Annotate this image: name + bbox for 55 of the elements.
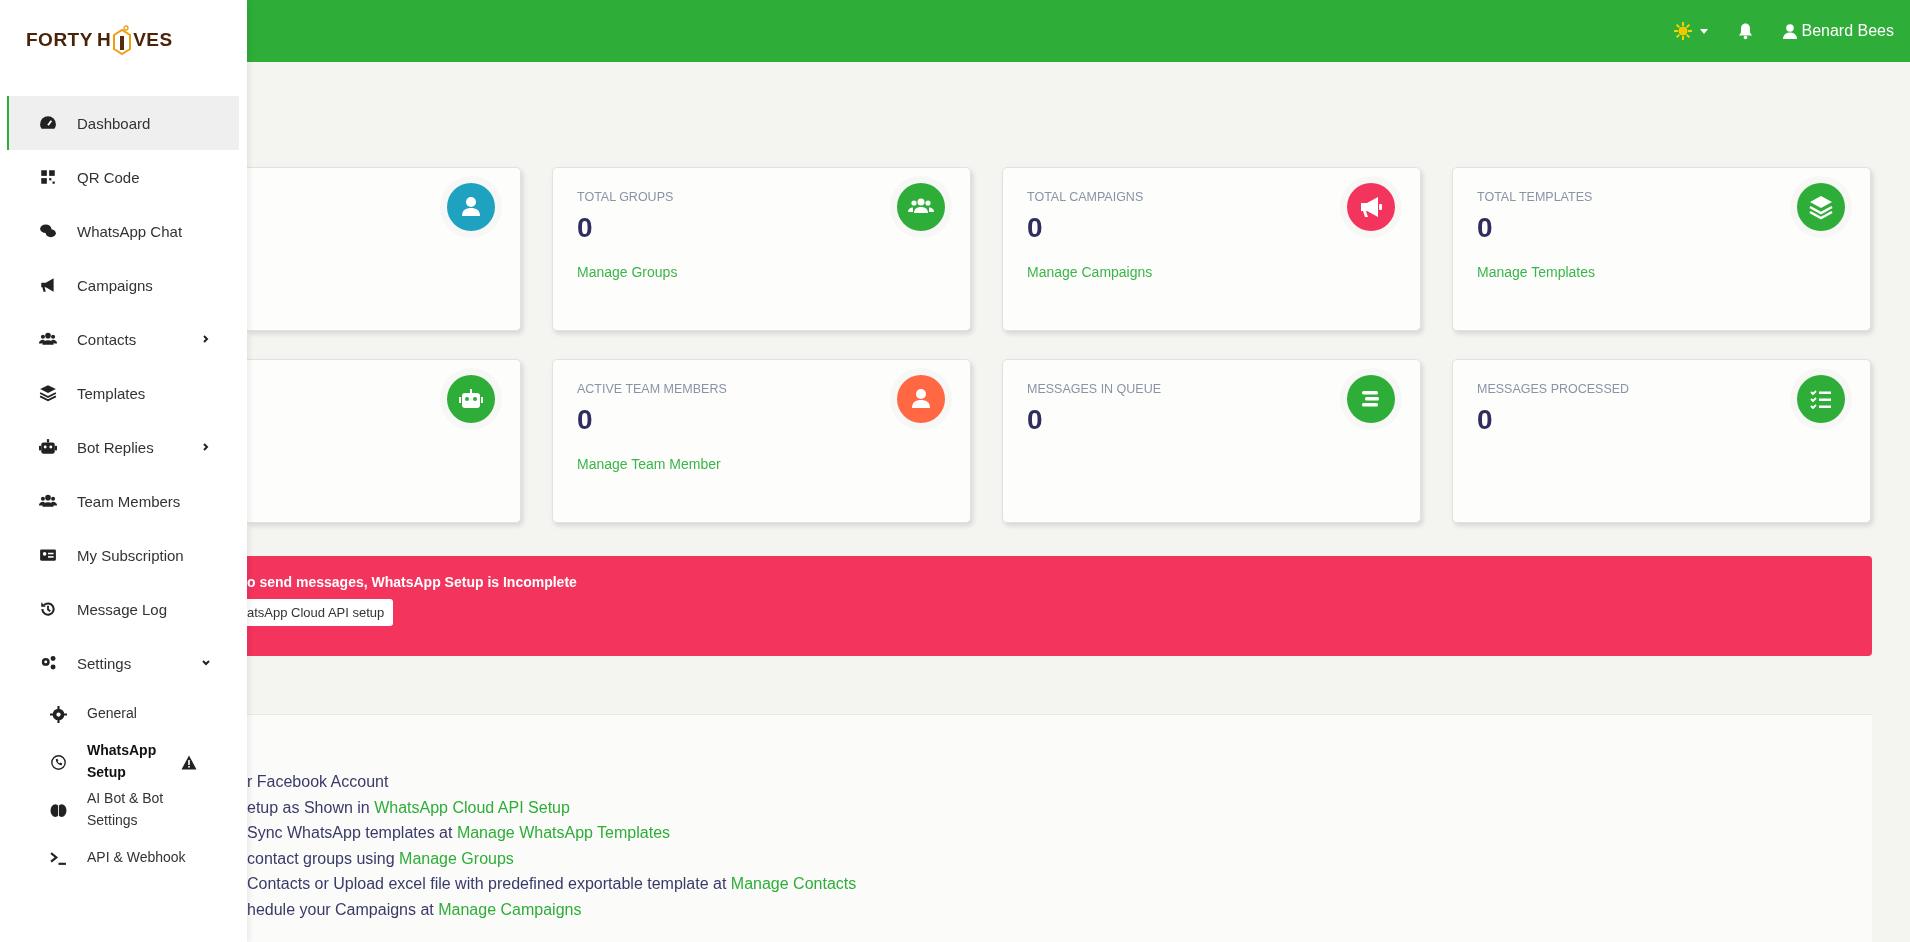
stat-label: MESSAGES IN QUEUE bbox=[1027, 382, 1162, 396]
sidebar-item[interactable]: Team Members bbox=[7, 474, 239, 528]
sidebar-item[interactable]: My Subscription bbox=[7, 528, 239, 582]
instruction-line: Contacts or Upload excel file with predefined exportable template at Manage Contacts bbox=[247, 874, 858, 894]
logo-text: H bbox=[96, 29, 112, 51]
stat-value: 0 bbox=[1477, 404, 1494, 436]
sidebar-item[interactable]: Dashboard bbox=[7, 96, 239, 150]
sidebar-item[interactable]: WhatsApp Chat bbox=[7, 204, 239, 258]
chat-icon bbox=[39, 222, 57, 240]
sidebar-item[interactable]: QR Code bbox=[7, 150, 239, 204]
layers-icon bbox=[39, 384, 57, 402]
sidebar-subitem[interactable]: WhatsApp Setup bbox=[0, 738, 247, 786]
stat-value: 0 bbox=[1027, 212, 1044, 244]
bell-icon[interactable] bbox=[1738, 22, 1754, 40]
sidebar-item[interactable]: Message Log bbox=[7, 582, 239, 636]
users-icon bbox=[39, 330, 57, 348]
stat-value: 0 bbox=[577, 404, 594, 436]
brain-icon bbox=[50, 801, 67, 819]
stat-label: MESSAGES PROCESSED bbox=[1477, 382, 1630, 396]
logo-text: VES bbox=[133, 29, 173, 51]
sidebar-item[interactable]: Campaigns bbox=[7, 258, 239, 312]
instruction-line: Sync WhatsApp templates at Manage WhatsApp Templates bbox=[247, 823, 672, 843]
instruction-line: r Facebook Account bbox=[247, 772, 390, 792]
dashboard-icon bbox=[39, 114, 57, 132]
stat-label: TOTAL TEMPLATES bbox=[1477, 190, 1594, 204]
instruction-line: contact groups using Manage Groups bbox=[247, 848, 515, 869]
stat-value: 0 bbox=[577, 212, 594, 244]
alert-message: o send messages, WhatsApp Setup is Incomplete bbox=[247, 574, 577, 590]
history-icon bbox=[39, 600, 57, 618]
logo-icon bbox=[112, 25, 133, 55]
robot-icon bbox=[39, 438, 57, 456]
caret-icon bbox=[1700, 28, 1709, 34]
logo-text: FORTY bbox=[26, 29, 93, 51]
user-icon bbox=[1783, 23, 1798, 39]
setup-button[interactable]: atsApp Cloud API setup bbox=[247, 599, 394, 626]
sidebar-item[interactable]: Bot Replies bbox=[7, 420, 239, 474]
sidebar-item[interactable]: Contacts bbox=[7, 312, 239, 366]
sidebar-subitem[interactable]: API & Webhook bbox=[0, 834, 247, 882]
id-card-icon bbox=[39, 546, 57, 564]
theme-toggle[interactable] bbox=[1674, 22, 1709, 40]
stat-value: 0 bbox=[1477, 212, 1494, 244]
sidebar-subitem[interactable]: General bbox=[0, 690, 247, 738]
sidebar-subitem[interactable]: AI Bot & Bot Settings bbox=[0, 786, 247, 834]
megaphone-icon bbox=[39, 276, 57, 294]
stat-label: TOTAL CAMPAIGNS bbox=[1027, 190, 1145, 204]
stat-value: 0 bbox=[1027, 404, 1044, 436]
users-icon bbox=[39, 492, 57, 510]
instruction-line: etup as Shown in WhatsApp Cloud API Setup bbox=[247, 797, 571, 818]
sidebar-item[interactable]: Settings bbox=[7, 636, 239, 690]
whatsapp-icon bbox=[50, 753, 67, 771]
stat-label: ACTIVE TEAM MEMBERS bbox=[577, 382, 727, 396]
stat-label: TOTAL GROUPS bbox=[577, 190, 675, 204]
sidebar-item[interactable]: Templates bbox=[7, 366, 239, 420]
instruction-line: hedule your Campaigns at Manage Campaigns bbox=[247, 899, 583, 920]
qr-code-icon bbox=[39, 168, 57, 186]
